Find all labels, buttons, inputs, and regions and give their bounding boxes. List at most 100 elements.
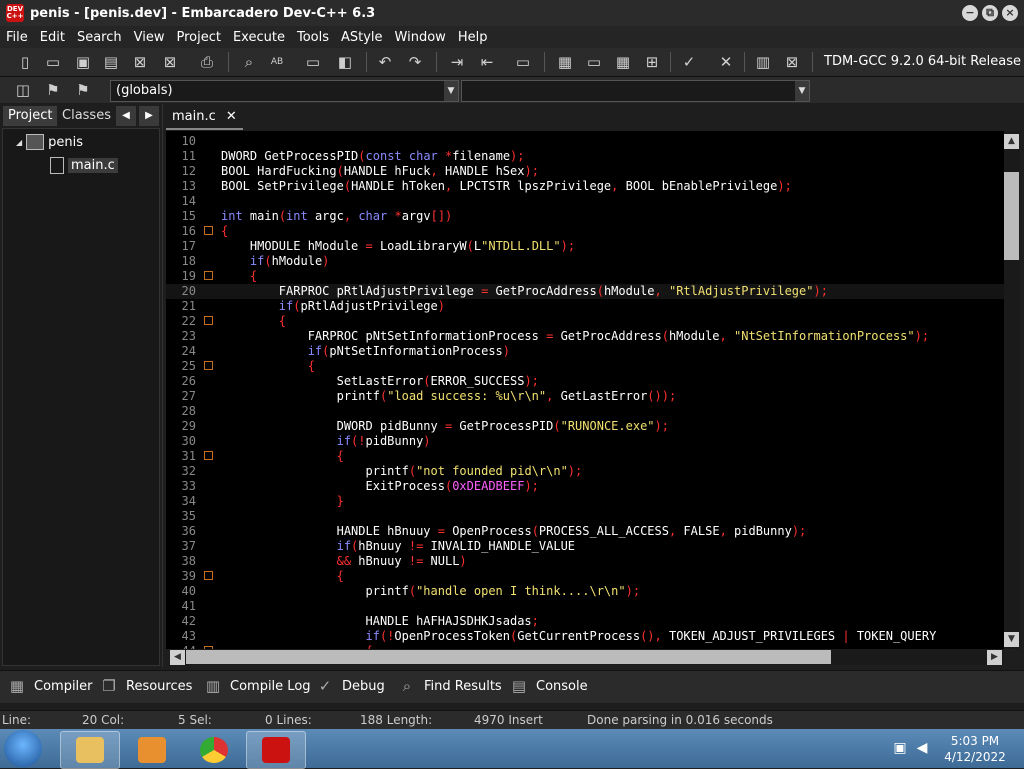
- code-line[interactable]: 37 if(hBnuuy != INVALID_HANDLE_VALUE: [166, 539, 1004, 554]
- code-line[interactable]: 21 if(pRtlAdjustPrivilege): [166, 299, 1004, 314]
- code-line[interactable]: 33 ExitProcess(0xDEADBEEF);: [166, 479, 1004, 494]
- replace-icon[interactable]: AB: [266, 51, 288, 73]
- scroll-left-icon[interactable]: ◀: [170, 650, 185, 665]
- code-line[interactable]: 10: [166, 134, 1004, 149]
- cross-icon[interactable]: ✕: [715, 51, 737, 73]
- tab-debug[interactable]: ✓ Debug: [314, 677, 385, 695]
- close-all-icon[interactable]: ⊠: [159, 51, 181, 73]
- close-icon[interactable]: ⊠: [129, 51, 151, 73]
- maximize-button[interactable]: ⧉: [982, 5, 998, 21]
- window-icon[interactable]: ▭: [583, 51, 605, 73]
- code-line[interactable]: 42 HANDLE hAFHAJSDHKJsadas;: [166, 614, 1004, 629]
- panel-prev-button[interactable]: ◀: [116, 106, 136, 126]
- save-all-icon[interactable]: ▤: [100, 51, 122, 73]
- scroll-up-icon[interactable]: ▲: [1004, 134, 1019, 149]
- code-line[interactable]: 23 FARPROC pNtSetInformationProcess = Ge…: [166, 329, 1004, 344]
- start-button[interactable]: [4, 730, 42, 767]
- search-icon[interactable]: ⌕: [238, 51, 260, 73]
- delete-icon[interactable]: ⊠: [781, 51, 803, 73]
- code-line[interactable]: 22 {: [166, 314, 1004, 329]
- menu-window[interactable]: Window: [389, 30, 452, 45]
- close-icon[interactable]: ✕: [226, 109, 237, 124]
- code-line[interactable]: 17 HMODULE hModule = LoadLibraryW(L"NTDL…: [166, 239, 1004, 254]
- volume-icon[interactable]: ◀: [914, 740, 930, 756]
- tab-main-c[interactable]: main.c ✕: [166, 106, 243, 130]
- expand-arrow-icon[interactable]: ◢: [16, 138, 22, 147]
- unindent-icon[interactable]: ⇤: [476, 51, 498, 73]
- code-line[interactable]: 43 if(!OpenProcessToken(GetCurrentProces…: [166, 629, 1004, 644]
- code-line[interactable]: 15 int main(int argc, char *argv[]): [166, 209, 1004, 224]
- save-icon[interactable]: ▣: [72, 51, 94, 73]
- menu-search[interactable]: Search: [71, 30, 128, 45]
- code-line[interactable]: 36 HANDLE hBnuuy = OpenProcess(PROCESS_A…: [166, 524, 1004, 539]
- code-line[interactable]: 31 {: [166, 449, 1004, 464]
- tab-project[interactable]: Project: [3, 106, 58, 126]
- code-line[interactable]: 19 {: [166, 269, 1004, 284]
- menu-astyle[interactable]: AStyle: [335, 30, 389, 45]
- scroll-down-icon[interactable]: ▼: [1004, 632, 1019, 647]
- taskbar-chrome[interactable]: [184, 731, 244, 769]
- tab-compiler[interactable]: ▦ Compiler: [6, 677, 93, 695]
- code-line[interactable]: 29 DWORD pidBunny = GetProcessPID("RUNON…: [166, 419, 1004, 434]
- code-line[interactable]: 30 if(!pidBunny): [166, 434, 1004, 449]
- chevron-down-icon[interactable]: ▼: [795, 81, 809, 101]
- globals-combo[interactable]: (globals) ▼: [110, 80, 459, 102]
- tree-root-node[interactable]: ◢ penis: [16, 134, 83, 150]
- code-line[interactable]: 11 DWORD GetProcessPID(const char *filena…: [166, 149, 1004, 164]
- taskbar-devcpp[interactable]: [246, 731, 306, 769]
- code-line[interactable]: 18 if(hModule): [166, 254, 1004, 269]
- code-editor[interactable]: 10 11 DWORD GetProcessPID(const char *file…: [166, 131, 1004, 649]
- menu-execute[interactable]: Execute: [227, 30, 291, 45]
- fold-marker-icon[interactable]: [204, 226, 213, 235]
- fold-marker-icon[interactable]: [204, 271, 213, 280]
- code-line[interactable]: 35: [166, 509, 1004, 524]
- menu-file[interactable]: File: [0, 30, 34, 45]
- code-line[interactable]: 41: [166, 599, 1004, 614]
- menu-view[interactable]: View: [128, 30, 171, 45]
- comment-icon[interactable]: ▭: [512, 51, 534, 73]
- function-combo[interactable]: ▼: [461, 80, 810, 102]
- code-line[interactable]: 34 }: [166, 494, 1004, 509]
- undo-icon[interactable]: ↶: [374, 51, 396, 73]
- fold-marker-icon[interactable]: [204, 451, 213, 460]
- class-icon[interactable]: ⊞: [641, 51, 663, 73]
- bookmark-icon[interactable]: ⚑: [42, 79, 64, 101]
- code-line[interactable]: 13 BOOL SetPrivilege(HANDLE hToken, LPCTS…: [166, 179, 1004, 194]
- bookmark-list-icon[interactable]: ⚑: [72, 79, 94, 101]
- toggle-icon[interactable]: ◧: [334, 51, 356, 73]
- tree-file-node[interactable]: main.c: [50, 157, 118, 174]
- indent-icon[interactable]: ⇥: [446, 51, 468, 73]
- code-line[interactable]: 28: [166, 404, 1004, 419]
- new-file-icon[interactable]: ▯: [14, 51, 36, 73]
- scroll-right-icon[interactable]: ▶: [987, 650, 1002, 665]
- code-line[interactable]: 12 BOOL HardFucking(HANDLE hFuck, HANDLE …: [166, 164, 1004, 179]
- menu-edit[interactable]: Edit: [34, 30, 71, 45]
- menu-help[interactable]: Help: [452, 30, 494, 45]
- compiler-select[interactable]: TDM-GCC 9.2.0 64-bit Release: [818, 52, 1024, 72]
- code-line[interactable]: 26 SetLastError(ERROR_SUCCESS);: [166, 374, 1004, 389]
- print-icon[interactable]: ⎙: [196, 51, 218, 73]
- goto-icon[interactable]: ▭: [302, 51, 324, 73]
- panel-next-button[interactable]: ▶: [139, 106, 159, 126]
- code-line[interactable]: 39 {: [166, 569, 1004, 584]
- fold-marker-icon[interactable]: [204, 571, 213, 580]
- tile-icon[interactable]: ▦: [612, 51, 634, 73]
- check-icon[interactable]: ✓: [678, 51, 700, 73]
- tab-find-results[interactable]: ⌕ Find Results: [396, 677, 502, 695]
- tab-resources[interactable]: ❐ Resources: [98, 677, 192, 695]
- tab-compile-log[interactable]: ▥ Compile Log: [202, 677, 311, 695]
- close-window-button[interactable]: ×: [1002, 5, 1018, 21]
- minimize-button[interactable]: −: [962, 5, 978, 21]
- code-line[interactable]: 14: [166, 194, 1004, 209]
- taskbar-clock[interactable]: 5:03 PM 4/12/2022: [942, 733, 1008, 765]
- bookmark-toggle-icon[interactable]: ◫: [12, 79, 34, 101]
- fold-marker-icon[interactable]: [204, 316, 213, 325]
- chevron-down-icon[interactable]: ▼: [444, 81, 458, 101]
- code-line[interactable]: 25 {: [166, 359, 1004, 374]
- grid-icon[interactable]: ▦: [554, 51, 576, 73]
- code-line[interactable]: 20 FARPROC pRtlAdjustPrivilege = GetProc…: [166, 284, 1004, 299]
- horizontal-scroll-thumb[interactable]: [186, 650, 831, 664]
- code-line[interactable]: 40 printf("handle open I think....\r\n")…: [166, 584, 1004, 599]
- taskbar-explorer[interactable]: [60, 731, 120, 769]
- code-line[interactable]: 32 printf("not founded pid\r\n");: [166, 464, 1004, 479]
